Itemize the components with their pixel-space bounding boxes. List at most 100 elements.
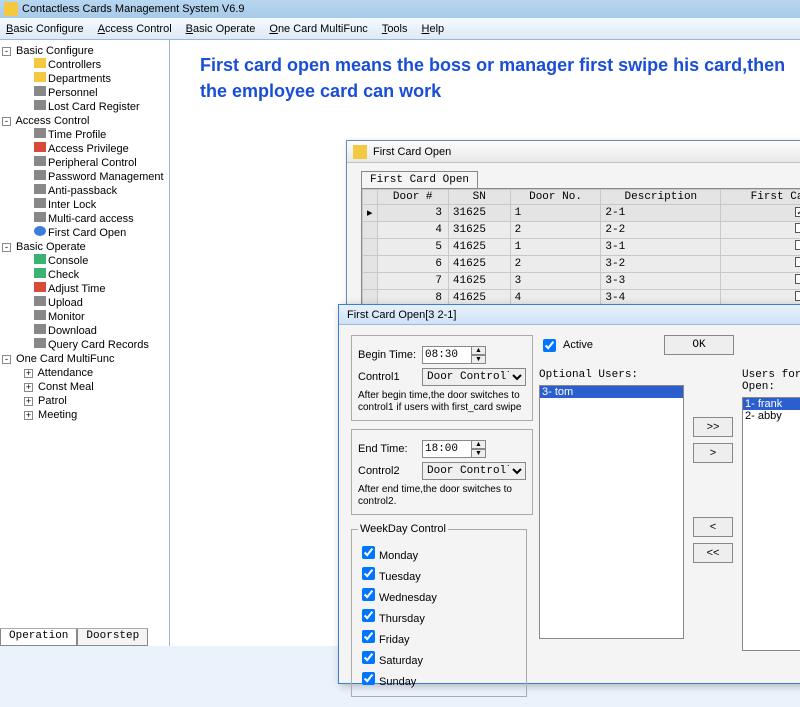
move-left-button[interactable]: < — [693, 517, 733, 537]
weekday-checkbox[interactable] — [362, 672, 375, 685]
move-all-left-button[interactable]: << — [693, 543, 733, 563]
list-item[interactable]: 3- tom — [540, 386, 683, 398]
tree-node[interactable]: Personnel — [2, 86, 167, 100]
col-header[interactable]: Door No. — [510, 190, 601, 205]
tree-node[interactable]: Password Management — [2, 170, 167, 184]
users-first-card-label: Users for First Card Open: — [742, 369, 800, 393]
tree-node[interactable]: Controllers — [2, 58, 167, 72]
tree-node[interactable]: + Const Meal — [2, 380, 167, 394]
tree-node[interactable]: Time Profile — [2, 128, 167, 142]
weekday-group: WeekDay Control MondayTuesdayWednesdayTh… — [351, 523, 527, 697]
tree-node[interactable]: - One Card MultiFunc — [2, 352, 167, 366]
help1-text: After begin time,the door switches to co… — [358, 390, 526, 414]
window-title: First Card Open — [373, 146, 451, 158]
table-row[interactable]: 64162523-2 — [363, 256, 800, 273]
move-right-button[interactable]: > — [693, 443, 733, 463]
tree-node[interactable]: Check — [2, 268, 167, 282]
tree-node[interactable]: Monitor — [2, 310, 167, 324]
weekday-option[interactable]: Saturday — [358, 648, 520, 667]
move-all-right-button[interactable]: >> — [693, 417, 733, 437]
table-row[interactable]: 43162522-2 — [363, 222, 800, 239]
weekday-option[interactable]: Tuesday — [358, 564, 520, 583]
menu-item[interactable]: Tools — [382, 23, 408, 35]
tree-node[interactable]: Lost Card Register — [2, 100, 167, 114]
col-header[interactable]: Description — [601, 190, 721, 205]
first-card-checkbox[interactable] — [795, 240, 800, 250]
tree-node[interactable]: Departments — [2, 72, 167, 86]
col-header[interactable]: First Card Open — [721, 190, 800, 205]
tree-node[interactable]: - Basic Configure — [2, 44, 167, 58]
weekday-option[interactable]: Sunday — [358, 669, 520, 688]
table-row[interactable]: ▸33162512-1 — [363, 205, 800, 222]
end-group: End Time: ▲▼ Control2 Door Controlled Af… — [351, 429, 533, 515]
control2-select[interactable]: Door Controlled — [422, 462, 526, 480]
tree-node[interactable]: Peripheral Control — [2, 156, 167, 170]
first-card-checkbox[interactable] — [795, 274, 800, 284]
menu-item[interactable]: Access Control — [98, 23, 172, 35]
col-header[interactable]: Door # — [377, 190, 448, 205]
table-row[interactable]: 74162533-3 — [363, 273, 800, 290]
dialog-header: First Card Open[3 2-1] — [339, 305, 800, 325]
tree-node[interactable]: + Patrol — [2, 394, 167, 408]
first-card-checkbox[interactable] — [795, 207, 800, 217]
menu-item[interactable]: Help — [422, 23, 445, 35]
spin-up-icon[interactable]: ▲ — [472, 440, 486, 449]
tree-node[interactable]: Adjust Time — [2, 282, 167, 296]
active-checkbox[interactable] — [543, 339, 556, 352]
first-card-checkbox[interactable] — [795, 257, 800, 267]
weekday-option[interactable]: Monday — [358, 543, 520, 562]
first-card-checkbox[interactable] — [795, 223, 800, 233]
begin-time-label: Begin Time: — [358, 349, 422, 361]
col-header[interactable]: SN — [448, 190, 510, 205]
spin-down-icon[interactable]: ▼ — [472, 449, 486, 458]
tree-node[interactable]: Upload — [2, 296, 167, 310]
table-row[interactable]: 54162513-1 — [363, 239, 800, 256]
tree-node[interactable]: Access Privilege — [2, 142, 167, 156]
tree-node[interactable]: Download — [2, 324, 167, 338]
tree-node[interactable]: Inter Lock — [2, 198, 167, 212]
dialog-title: First Card Open[3 2-1] — [347, 309, 456, 321]
tree-node[interactable]: First Card Open — [2, 226, 167, 240]
first-card-checkbox[interactable] — [795, 291, 800, 301]
bottom-tab[interactable]: Operation — [0, 629, 77, 646]
window-header: First Card Open – □ × — [347, 141, 800, 163]
tree-node[interactable]: Query Card Records — [2, 338, 167, 352]
tree-node[interactable]: + Attendance — [2, 366, 167, 380]
weekday-checkbox[interactable] — [362, 546, 375, 559]
weekday-option[interactable]: Wednesday — [358, 585, 520, 604]
tree-node[interactable]: + Meeting — [2, 408, 167, 422]
begin-time-input[interactable] — [422, 346, 472, 364]
spin-down-icon[interactable]: ▼ — [472, 355, 486, 364]
spin-up-icon[interactable]: ▲ — [472, 346, 486, 355]
menu-item[interactable]: Basic Operate — [186, 23, 256, 35]
app-icon — [4, 2, 18, 16]
tree-node[interactable]: Multi-card access — [2, 212, 167, 226]
weekday-option[interactable]: Friday — [358, 627, 520, 646]
begin-group: Begin Time: ▲▼ Control1 Door Controlled … — [351, 335, 533, 421]
nav-tree[interactable]: - Basic ConfigureControllersDepartmentsP… — [0, 40, 170, 646]
control1-select[interactable]: Door Controlled — [422, 368, 526, 386]
weekday-checkbox[interactable] — [362, 567, 375, 580]
weekday-checkbox[interactable] — [362, 630, 375, 643]
door-grid[interactable]: Door #SNDoor No.DescriptionFirst Card Op… — [361, 188, 800, 308]
tree-node[interactable]: Anti-passback — [2, 184, 167, 198]
tree-node[interactable]: - Access Control — [2, 114, 167, 128]
users-first-card-list[interactable]: 1- frank2- abby — [742, 397, 800, 651]
menu-item[interactable]: One Card MultiFunc — [269, 23, 367, 35]
tree-node[interactable]: - Basic Operate — [2, 240, 167, 254]
list-item[interactable]: 1- frank — [743, 398, 800, 410]
list-item[interactable]: 2- abby — [743, 410, 800, 422]
end-time-label: End Time: — [358, 443, 422, 455]
optional-users-list[interactable]: 3- tom — [539, 385, 684, 639]
weekday-checkbox[interactable] — [362, 609, 375, 622]
menu-item[interactable]: Basic Configure — [6, 23, 84, 35]
weekday-option[interactable]: Thursday — [358, 606, 520, 625]
control1-label: Control1 — [358, 371, 422, 383]
end-time-input[interactable] — [422, 440, 472, 458]
ok-button[interactable]: OK — [664, 335, 734, 355]
tree-node[interactable]: Console — [2, 254, 167, 268]
weekday-checkbox[interactable] — [362, 651, 375, 664]
tab-first-card-open[interactable]: First Card Open — [361, 171, 478, 188]
bottom-tab[interactable]: Doorstep — [77, 629, 148, 646]
weekday-checkbox[interactable] — [362, 588, 375, 601]
